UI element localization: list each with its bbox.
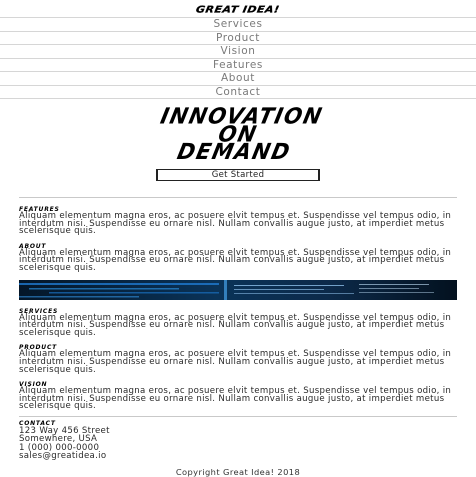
brand-logo[interactable]: GREAT IDEA! (195, 3, 281, 14)
nav-item-product[interactable]: Product (0, 32, 476, 45)
vision-section: VISION Aliquam elementum magna eros, ac … (19, 381, 457, 411)
hero-section: INNOVATION ON DEMAND Get Started (0, 103, 476, 181)
features-section: FEATURES Aliquam elementum magna eros, a… (19, 206, 457, 236)
about-section: ABOUT Aliquam elementum magna eros, ac p… (19, 243, 457, 273)
about-text: Aliquam elementum magna eros, ac posuere… (19, 247, 452, 273)
banner-graphic (19, 279, 457, 300)
nav-item-features[interactable]: Features (0, 59, 476, 72)
nav-item-about[interactable]: About (0, 72, 476, 86)
hero-title: INNOVATION ON DEMAND (158, 103, 326, 165)
nav-item-services[interactable]: Services (0, 17, 476, 32)
page: GREAT IDEA! Services Product Vision Feat… (0, 0, 476, 477)
product-text: Aliquam elementum magna eros, ac posuere… (19, 349, 452, 375)
contact-address-line1: 123 Way 456 Street (19, 425, 110, 436)
nav-item-contact[interactable]: Contact (0, 86, 476, 99)
services-section: SERVICES Aliquam elementum magna eros, a… (19, 308, 457, 338)
contact-email[interactable]: sales@greatidea.io (19, 452, 457, 461)
nav-item-vision[interactable]: Vision (0, 45, 476, 59)
get-started-button[interactable]: Get Started (156, 169, 320, 181)
footer-copyright: Copyright Great Idea! 2018 (175, 466, 301, 477)
product-section: PRODUCT Aliquam elementum magna eros, ac… (19, 344, 457, 374)
contact-address-line2: Somewhere, USA (19, 434, 98, 445)
header-logo-row: GREAT IDEA! (0, 0, 476, 17)
features-text: Aliquam elementum magna eros, ac posuere… (19, 211, 452, 237)
contact-phone[interactable]: 1 (000) 000-0000 (19, 443, 457, 452)
services-text: Aliquam elementum magna eros, ac posuere… (19, 312, 452, 338)
main-nav: Services Product Vision Features About C… (0, 17, 476, 99)
tech-banner-image (19, 279, 457, 300)
contact-section: CONTACT 123 Way 456 Street Somewhere, US… (19, 420, 457, 461)
vision-text: Aliquam elementum magna eros, ac posuere… (19, 386, 452, 412)
